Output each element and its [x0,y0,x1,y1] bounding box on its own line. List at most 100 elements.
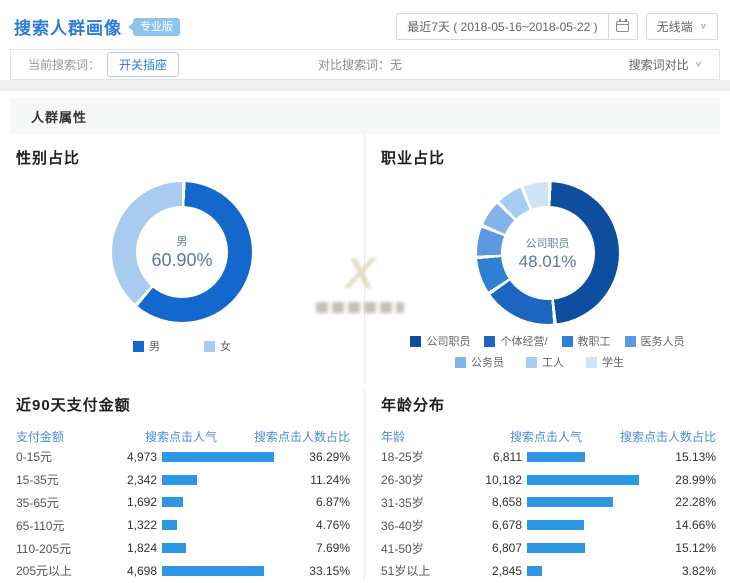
occupation-donut-chart: 公司职员 48.01% [477,182,619,324]
value-bar [527,520,584,530]
row-value: 2,845 [476,564,522,578]
column-header: 搜索点击人数占比 [234,428,350,445]
legend-swatch [625,336,636,347]
gender-legend: 男 女 [16,338,348,354]
legend-swatch [133,341,144,352]
occupation-center-value: 48.01% [519,252,577,272]
table-row: 110-205元 1,824 7.69% [16,537,350,559]
separator-band [0,80,730,91]
keyword-compare-dropdown[interactable]: 搜索词对比 ∨ [629,56,702,73]
current-keyword-button[interactable]: 开关插座 [107,52,179,77]
table-row: 26-30岁 10,182 28.99% [381,469,716,491]
legend-item-female[interactable]: 女 [204,338,231,354]
legend-item-company-staff[interactable]: 公司职员 [410,333,470,349]
table-row: 41-50岁 6,807 15.12% [381,537,716,559]
legend-item-teacher[interactable]: 教职工 [562,333,611,349]
legend-swatch [562,336,573,347]
gender-donut-chart: 男 60.90% [112,182,252,322]
legend-swatch [410,336,421,347]
row-value: 1,692 [111,495,157,509]
date-range-picker[interactable]: 最近7天 ( 2018-05-16~2018-05-22 ) [396,13,637,40]
value-bar [527,475,639,485]
row-label: 35-65元 [16,494,111,511]
legend-label: 工人 [542,354,564,370]
value-bar [527,566,542,576]
occupation-legend-row: 公务员 工人 学生 [381,354,714,370]
tables-row: 近90天支付金额 支付金额 搜索点击人气 搜索点击人数占比 0-15元 4,97… [0,388,730,582]
payment-amount-table: 近90天支付金额 支付金额 搜索点击人气 搜索点击人数占比 0-15元 4,97… [0,388,365,582]
occupation-legend-row: 公司职员 个体经营/ 教职工 医务人员 [381,333,714,349]
column-header: 搜索点击人数占比 [600,428,716,445]
bar-cell [522,520,644,530]
row-label: 36-40岁 [381,517,476,534]
row-label: 15-35元 [16,471,111,488]
page-title: 搜索人群画像 [14,14,122,39]
row-value: 2,342 [111,473,157,487]
row-percent: 6.87% [278,495,350,509]
row-label: 18-25岁 [381,448,476,465]
occupation-panel: 职业占比 公司职员 48.01% 公司职员 个体经营/ [365,134,730,384]
row-label: 51岁以上 [381,562,476,579]
compare-keyword-text: 对比搜索词：无 [318,56,402,73]
value-bar [162,475,197,485]
legend-item-civil-servant[interactable]: 公务员 [455,354,504,370]
legend-label: 女 [220,338,231,354]
gender-chart-title: 性别占比 [16,147,348,168]
current-keyword-label: 当前搜索词： [28,56,100,73]
calendar-icon [616,21,629,32]
occupation-center-label: 公司职员 [526,235,570,251]
table-row: 0-15元 4,973 36.29% [16,446,350,468]
search-audience-portrait-page: 搜索人群画像 专业版 最近7天 ( 2018-05-16~2018-05-22 … [0,0,730,583]
bar-cell [522,452,644,462]
row-percent: 15.13% [644,450,716,464]
table-row: 15-35元 2,342 11.24% [16,469,350,491]
column-header: 支付金额 [16,428,111,445]
bar-cell [522,543,644,553]
row-percent: 14.66% [644,518,716,532]
chevron-down-icon: ∨ [700,22,707,31]
value-bar [162,543,186,553]
legend-swatch [484,336,495,347]
occupation-donut-center: 公司职员 48.01% [501,206,595,300]
bar-cell [157,566,278,576]
row-value: 6,811 [476,450,522,464]
date-range-text: 最近7天 ( 2018-05-16~2018-05-22 ) [397,14,607,39]
table-row: 18-25岁 6,811 15.13% [381,446,716,468]
legend-label: 个体经营/ [500,333,547,349]
legend-label: 教职工 [578,333,611,349]
row-percent: 33.15% [278,564,350,578]
row-label: 31-35岁 [381,494,476,511]
value-bar [527,497,613,507]
legend-item-male[interactable]: 男 [133,338,160,354]
row-label: 0-15元 [16,448,111,465]
bar-cell [157,497,278,507]
row-label: 205元以上 [16,562,111,579]
section-title: 人群属性 [31,107,87,126]
value-bar [162,452,274,462]
legend-item-worker[interactable]: 工人 [526,354,564,370]
legend-item-student[interactable]: 学生 [586,354,624,370]
table-row: 51岁以上 2,845 3.82% [381,560,716,582]
topbar: 搜索人群画像 专业版 最近7天 ( 2018-05-16~2018-05-22 … [0,0,730,49]
row-percent: 36.29% [278,450,350,464]
device-dropdown[interactable]: 无线端 ∨ [646,13,718,40]
row-label: 110-205元 [16,540,111,557]
calendar-button[interactable] [608,14,637,39]
gender-panel: 性别占比 男 60.90% 男 女 [0,134,365,384]
bar-cell [157,475,278,485]
column-header: 搜索点击人气 [111,428,234,445]
legend-item-medical-staff[interactable]: 医务人员 [625,333,685,349]
charts-row: 性别占比 男 60.90% 男 女 职业占比 [0,134,730,384]
table-header: 支付金额 搜索点击人气 搜索点击人数占比 [16,428,350,445]
gender-center-value: 60.90% [151,250,212,271]
row-value: 6,807 [476,541,522,555]
legend-swatch [586,357,597,368]
bar-cell [522,475,644,485]
gender-center-label: 男 [177,233,188,249]
legend-item-self-employed[interactable]: 个体经营/ [484,333,547,349]
value-bar [527,543,585,553]
table-row: 65-110元 1,322 4.76% [16,514,350,536]
age-distribution-table: 年龄分布 年龄 搜索点击人气 搜索点击人数占比 18-25岁 6,811 15.… [365,388,730,582]
section-header: 人群属性 [10,98,720,134]
device-label: 无线端 [657,18,693,35]
